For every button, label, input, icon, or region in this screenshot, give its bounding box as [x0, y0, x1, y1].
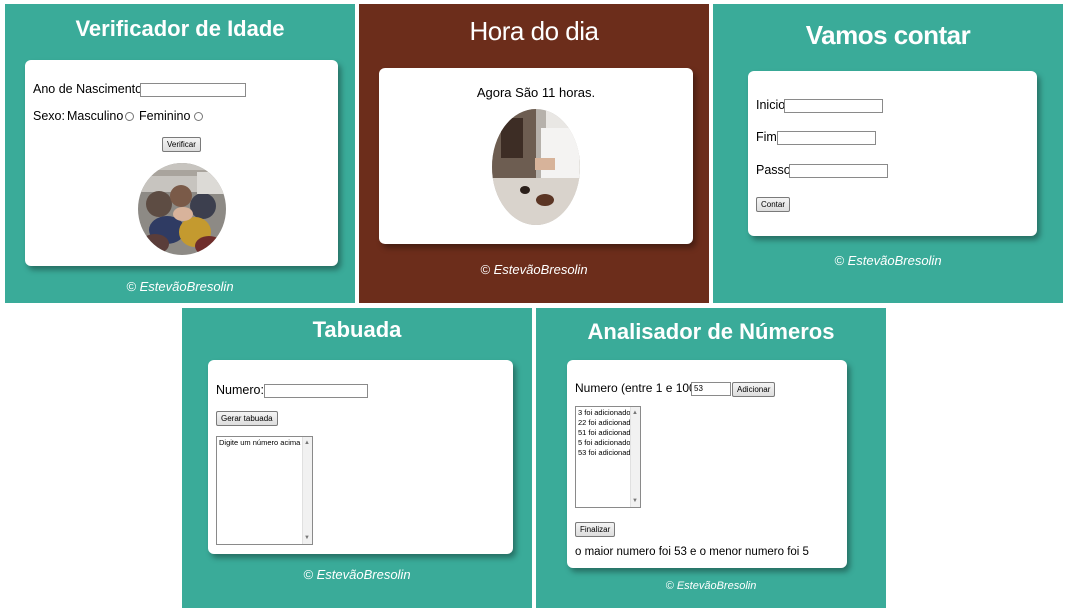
select-option[interactable]: Digite um número acima [219, 438, 310, 448]
panel-tabuada: Tabuada Numero: Gerar tabuada Digite um … [182, 308, 532, 608]
add-button[interactable]: Adicionar [732, 382, 776, 397]
result-text: o maior numero foi 53 e o menor numero f… [575, 546, 809, 558]
verify-button[interactable]: Verificar [162, 137, 201, 152]
number-input[interactable] [264, 384, 368, 398]
page-title: Hora do dia [469, 16, 599, 46]
step-input[interactable] [789, 164, 888, 178]
coffee-image [492, 109, 580, 225]
birth-year-label: Ano de Nascimento [33, 82, 143, 96]
tabuada-card: Numero: Gerar tabuada Digite um número a… [208, 360, 513, 554]
birth-year-input[interactable] [140, 83, 246, 97]
scroll-down-icon[interactable]: ▼ [304, 533, 310, 543]
generate-table-button[interactable]: Gerar tabuada [216, 411, 278, 426]
list-item[interactable]: 22 foi adicionado [578, 418, 638, 428]
scroll-down-icon[interactable]: ▼ [632, 496, 638, 506]
number-range-label: Numero (entre 1 e 100): [575, 381, 704, 395]
number-label: Numero: [216, 383, 264, 397]
footer-credit: © EstevãoBresolin [665, 580, 757, 592]
footer-credit: © EstevãoBresolin [480, 262, 588, 277]
start-input[interactable] [784, 99, 883, 113]
scrollbar[interactable]: ▲ ▼ [302, 437, 312, 544]
end-input[interactable] [777, 131, 876, 145]
idade-card: Ano de Nascimento Sexo: Masculino Femini… [25, 60, 338, 266]
scrollbar[interactable]: ▲ ▼ [630, 407, 640, 507]
page-title: Tabuada [312, 317, 402, 342]
female-radio[interactable] [194, 112, 203, 121]
finish-button[interactable]: Finalizar [575, 522, 616, 537]
panel-analisador: Analisador de Números Numero (entre 1 e … [536, 308, 886, 608]
list-item[interactable]: 51 foi adicionado [578, 428, 638, 438]
list-item[interactable]: 53 foi adicionado [578, 448, 638, 458]
panel-verificador-idade: Verificador de Idade Ano de Nascimento S… [5, 4, 355, 303]
panel-vamos-contar: Vamos contar Inicio Fim Passo Contar © E… [713, 4, 1063, 303]
panel-hora-do-dia: Hora do dia Agora São 11 horas. © Estevã… [359, 4, 709, 303]
page-title: Vamos contar [805, 20, 971, 50]
female-label: Feminino [139, 109, 191, 123]
scroll-up-icon[interactable]: ▲ [632, 408, 638, 418]
group-hands-image [138, 163, 226, 255]
list-item[interactable]: 3 foi adicionado [578, 408, 638, 418]
male-label: Masculino [67, 109, 124, 123]
male-radio[interactable] [125, 112, 134, 121]
number-input[interactable]: 53 [691, 382, 731, 396]
time-message: Agora São 11 horas. [476, 85, 596, 100]
step-label: Passo [756, 163, 791, 177]
list-item[interactable]: 5 foi adicionado [578, 438, 638, 448]
analisador-card: Numero (entre 1 e 100): 53 Adicionar 3 f… [567, 360, 847, 568]
contar-card: Inicio Fim Passo Contar [748, 71, 1037, 236]
numbers-list[interactable]: 3 foi adicionado 22 foi adicionado 51 fo… [575, 406, 641, 508]
footer-credit: © EstevãoBresolin [834, 253, 942, 268]
page-title: Analisador de Números [587, 319, 835, 344]
sex-label: Sexo: [33, 109, 65, 123]
end-label: Fim [756, 130, 777, 144]
table-select[interactable]: Digite um número acima ▲ ▼ [216, 436, 313, 545]
footer-credit: © EstevãoBresolin [126, 279, 234, 294]
page-title: Verificador de Idade [75, 16, 285, 41]
hora-card: Agora São 11 horas. [379, 68, 693, 244]
count-button[interactable]: Contar [756, 197, 791, 212]
scroll-up-icon[interactable]: ▲ [304, 438, 310, 448]
footer-credit: © EstevãoBresolin [303, 567, 411, 582]
start-label: Inicio [756, 98, 786, 112]
